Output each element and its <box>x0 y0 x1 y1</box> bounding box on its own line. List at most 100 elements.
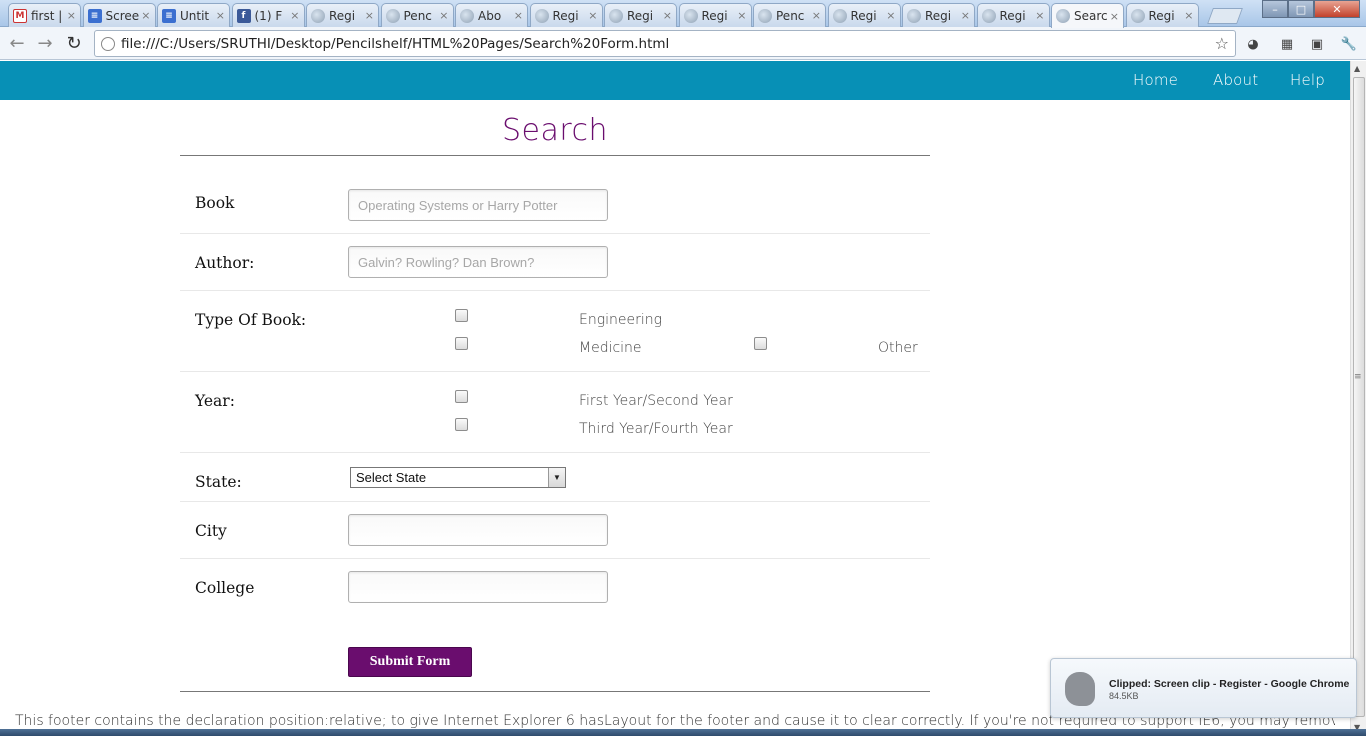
close-tab-icon[interactable]: × <box>439 9 448 22</box>
browser-tab[interactable]: Regi × <box>306 3 379 27</box>
back-button[interactable]: ← <box>5 31 29 55</box>
college-input[interactable] <box>348 571 608 603</box>
browser-tab[interactable]: Regi × <box>827 3 901 27</box>
globe-icon <box>460 8 474 23</box>
site-navbar: Home About Help <box>0 61 1350 100</box>
scrollbar-thumb[interactable] <box>1353 77 1365 717</box>
browser-tab[interactable]: Regi × <box>604 3 677 27</box>
browser-tab[interactable]: Searc × <box>1051 3 1124 28</box>
wrench-menu-icon[interactable]: 🔧 <box>1340 35 1358 53</box>
docs-icon: ≡ <box>87 8 102 23</box>
nav-home-link[interactable]: Home <box>1133 71 1178 89</box>
extension-icon[interactable]: ▦ <box>1278 35 1296 53</box>
browser-tab[interactable]: Abo × <box>455 3 528 27</box>
minimize-window-button[interactable]: – <box>1262 0 1288 18</box>
engineering-checkbox[interactable] <box>455 309 468 322</box>
browser-tab[interactable]: ≡ Scree × <box>82 3 156 27</box>
close-tab-icon[interactable]: × <box>1184 9 1193 22</box>
close-tab-icon[interactable]: × <box>886 9 895 22</box>
book-label: Book <box>195 194 235 212</box>
tab-title: Regi <box>999 8 1026 23</box>
tab-title: Abo <box>478 8 502 23</box>
close-tab-icon[interactable]: × <box>216 9 225 22</box>
tab-title: (1) F <box>254 8 283 23</box>
title-divider <box>180 155 930 156</box>
close-tab-icon[interactable]: × <box>365 9 374 22</box>
maximize-window-button[interactable]: □ <box>1288 0 1314 18</box>
first-second-year-checkbox[interactable] <box>455 390 468 403</box>
reload-button[interactable]: ↻ <box>62 31 86 55</box>
browser-tab[interactable]: Regi × <box>976 3 1050 27</box>
page-title: Search <box>501 113 609 148</box>
tab-title: Regi <box>850 8 877 23</box>
globe-icon <box>385 8 400 23</box>
close-tab-icon[interactable]: × <box>1035 9 1044 22</box>
url-text: file:///C:/Users/SRUTHI/Desktop/Pencilsh… <box>121 35 670 52</box>
browser-tab[interactable]: Regi × <box>902 3 975 27</box>
city-input[interactable] <box>348 514 608 546</box>
browser-tab-strip: Mfirst | × ≡ Scree × ≡ Untit × f (1) F × Regi × Penc ×… <box>0 0 1366 28</box>
third-fourth-year-checkbox[interactable] <box>455 418 468 431</box>
clip-notification[interactable]: Clipped: Screen clip - Register - Google… <box>1050 658 1357 718</box>
tab-title: Regi <box>925 8 952 23</box>
close-tab-icon[interactable]: × <box>812 9 821 22</box>
windows-taskbar <box>0 729 1366 736</box>
bookmark-star-icon[interactable]: ☆ <box>1215 34 1229 53</box>
book-input[interactable] <box>348 189 608 221</box>
globe-icon <box>1130 8 1145 23</box>
close-window-button[interactable]: ✕ <box>1314 0 1360 18</box>
address-bar[interactable]: file:///C:/Users/SRUTHI/Desktop/Pencilsh… <box>94 30 1236 57</box>
tab-title: Searc <box>1074 9 1108 23</box>
other-checkbox[interactable] <box>754 337 767 350</box>
browser-tab[interactable]: f (1) F × <box>231 3 305 27</box>
browser-tab[interactable]: Regi × <box>678 3 752 27</box>
tab-title: Regi <box>329 8 356 23</box>
tab-title: Regi <box>552 8 579 23</box>
close-tab-icon[interactable]: × <box>737 9 746 22</box>
author-label: Author: <box>195 254 255 272</box>
author-input[interactable] <box>348 246 608 278</box>
browser-tab[interactable]: Penc × <box>380 3 454 27</box>
chevron-down-icon: ▼ <box>548 468 565 487</box>
browser-tab[interactable]: ≡ Untit × <box>157 3 230 27</box>
submit-form-button[interactable]: Submit Form <box>348 647 472 677</box>
browser-toolbar: ← → ↻ file:///C:/Users/SRUTHI/Desktop/Pe… <box>0 27 1366 60</box>
year-label: Year: <box>195 392 235 410</box>
scroll-up-arrow-icon[interactable]: ▲ <box>1354 64 1360 73</box>
tab-title: Penc <box>403 8 432 23</box>
speed-dial-icon[interactable]: ◕ <box>1244 35 1262 53</box>
author-row: Author: <box>180 234 930 291</box>
close-tab-icon[interactable]: × <box>663 9 672 22</box>
close-tab-icon[interactable]: × <box>514 9 523 22</box>
back-arrow-icon: ← <box>9 32 25 54</box>
state-select[interactable]: Select State ▼ <box>350 467 566 488</box>
close-tab-icon[interactable]: × <box>961 9 970 22</box>
globe-icon <box>981 8 996 23</box>
state-row: State: Select State ▼ <box>180 453 930 502</box>
college-label: College <box>195 579 255 597</box>
tab-title: first | <box>31 8 63 23</box>
screen-clip-icon[interactable]: ▣ <box>1308 35 1326 53</box>
nav-help-link[interactable]: Help <box>1290 71 1325 89</box>
forward-button[interactable]: → <box>33 31 57 55</box>
globe-icon <box>609 8 623 23</box>
browser-tab[interactable]: Mfirst | × <box>8 3 81 27</box>
tab-title: Regi <box>1148 8 1175 23</box>
vertical-scrollbar[interactable]: ▲ ≡ ▼ <box>1350 61 1366 736</box>
close-tab-icon[interactable]: × <box>588 9 597 22</box>
medicine-checkbox[interactable] <box>455 337 468 350</box>
browser-tab[interactable]: Regi × <box>1125 3 1199 27</box>
new-tab-button[interactable] <box>1207 8 1243 24</box>
city-label: City <box>195 522 227 540</box>
nav-about-link[interactable]: About <box>1213 71 1258 89</box>
close-tab-icon[interactable]: × <box>141 9 150 22</box>
close-tab-icon[interactable]: × <box>1110 10 1119 23</box>
globe-icon <box>683 8 698 23</box>
browser-tab[interactable]: Regi × <box>529 3 603 27</box>
tab-title: Untit <box>180 8 210 23</box>
browser-tab[interactable]: Penc × <box>753 3 826 27</box>
globe-icon <box>534 8 549 23</box>
close-tab-icon[interactable]: × <box>290 9 299 22</box>
close-tab-icon[interactable]: × <box>67 9 76 22</box>
globe-icon <box>832 8 847 23</box>
